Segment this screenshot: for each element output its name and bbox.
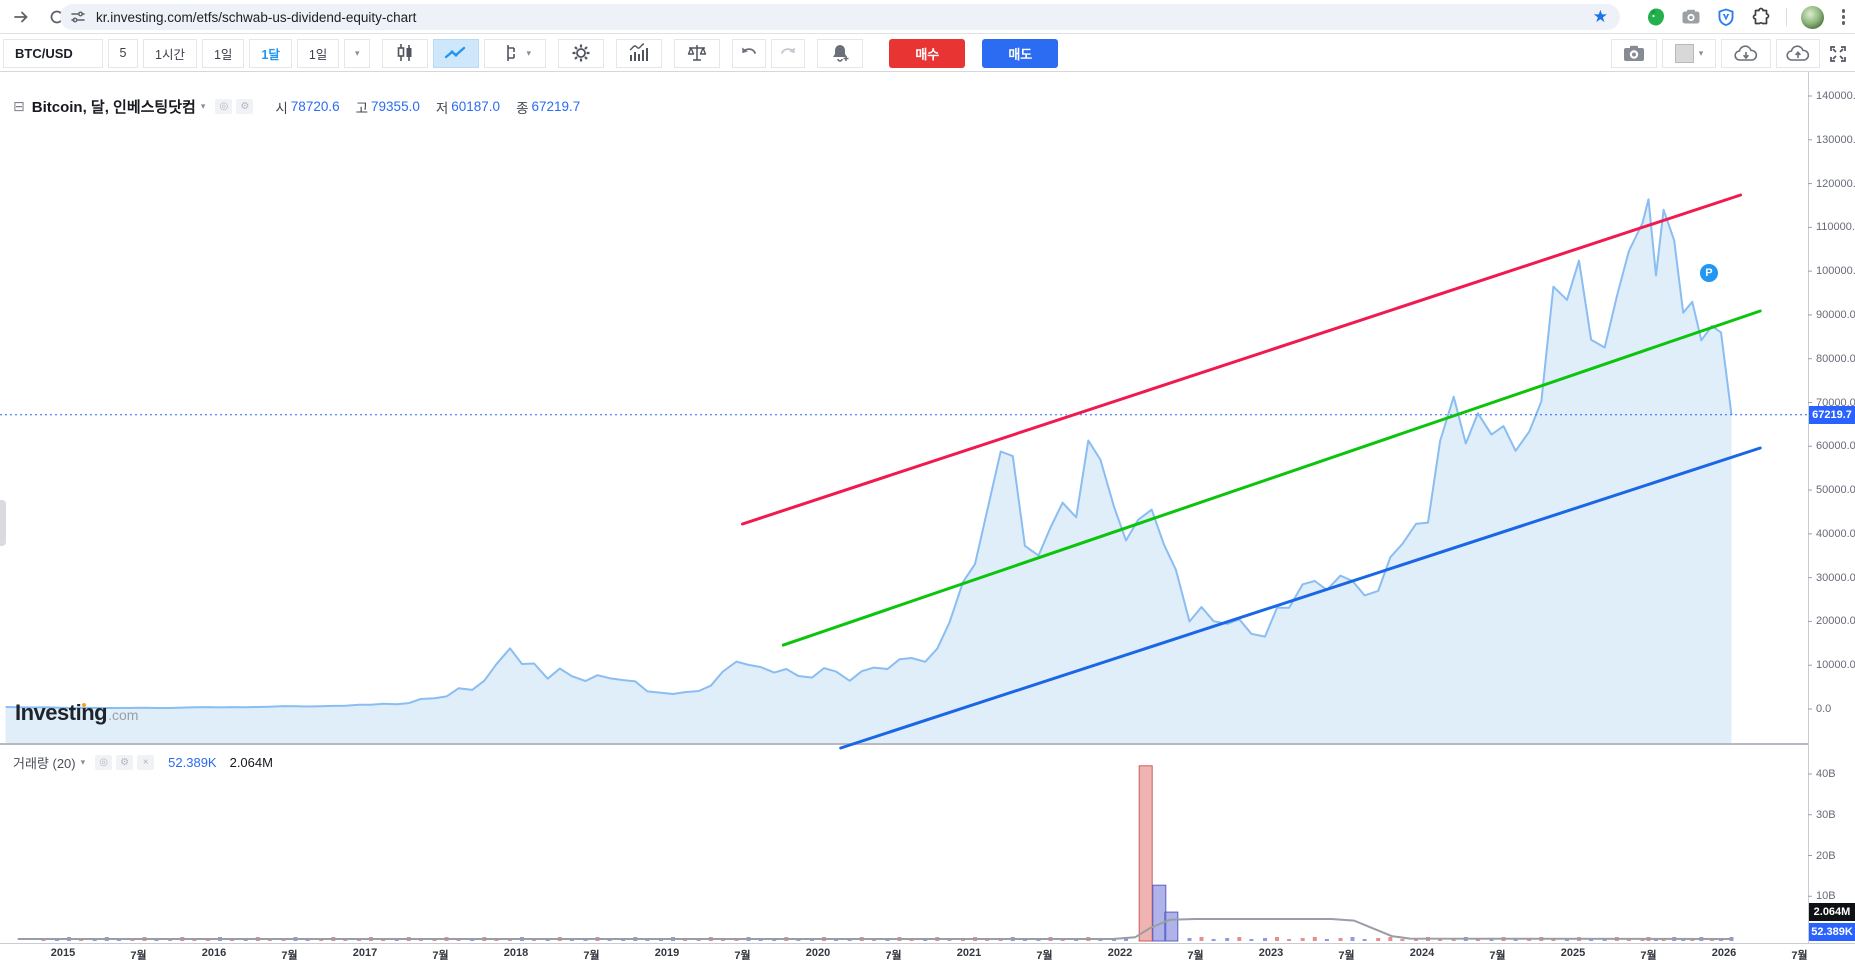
investing-logo-suffix: .com — [108, 707, 139, 723]
symbol-title[interactable]: Bitcoin, 달, 인베스팅닷컴 — [32, 96, 196, 117]
volume-bar — [1237, 937, 1242, 941]
volume-bar — [1187, 938, 1192, 941]
collapse-icon[interactable]: ⊟ — [13, 98, 25, 115]
volume-bar — [1275, 937, 1279, 941]
current-price-badge: 67219.7 — [1809, 405, 1855, 424]
low-label: 저 — [435, 100, 449, 116]
volume-bar — [1287, 939, 1292, 941]
logo-orange-dot — [81, 702, 86, 707]
close-icon[interactable]: × — [137, 755, 155, 770]
volume-spike-bar — [1138, 765, 1153, 942]
volume-bar — [1312, 937, 1317, 941]
volume-legend: 거래량 (20) ▾ ◎ ⚙ × 52.389K 2.064M — [13, 753, 273, 772]
volume-bar — [1388, 937, 1393, 941]
open-value: 78720.6 — [290, 99, 340, 114]
area-fill — [5, 199, 1732, 744]
volume-bar — [1362, 939, 1367, 941]
volume-bar — [1225, 938, 1230, 941]
volume-bar — [1199, 937, 1204, 941]
series-settings-icon[interactable]: ⚙ — [236, 99, 254, 114]
volume-spike-bar — [1164, 911, 1179, 942]
investing-logo: Investing .com — [15, 700, 138, 726]
close-value: 67219.7 — [531, 99, 581, 114]
volume-ma-value: 2.064M — [229, 755, 273, 770]
volume-bar — [1400, 939, 1405, 941]
volume-label[interactable]: 거래량 (20) — [13, 753, 76, 772]
low-value: 60187.0 — [451, 99, 501, 114]
volume-bar — [1350, 937, 1355, 941]
position-marker[interactable]: P — [1699, 263, 1718, 282]
close-label: 종 — [516, 100, 529, 116]
volume-bar — [1300, 938, 1305, 941]
volume-ma-line — [17, 918, 1732, 940]
open-label: 시 — [275, 100, 288, 116]
volume-bar — [1211, 939, 1216, 941]
symbol-legend: ⊟ Bitcoin, 달, 인베스팅닷컴 ▾ ◎ ⚙ 시 78720.6 고 793… — [13, 96, 580, 117]
volume-ma-badge: 2.064M — [1809, 903, 1855, 921]
volume-bar — [1338, 938, 1343, 941]
ohlc-values: 시 78720.6 고 79355.0 저 60187.0 종 67219.7 — [275, 97, 580, 117]
volume-spike-bar — [1152, 884, 1167, 942]
visibility-icon[interactable]: ◎ — [215, 99, 233, 114]
volume-bar — [1324, 939, 1329, 941]
high-label: 고 — [355, 100, 369, 116]
investing-logo-text: Investing — [15, 700, 108, 725]
volume-settings-icon[interactable]: ⚙ — [116, 755, 134, 770]
volume-bar — [1263, 938, 1267, 941]
high-value: 79355.0 — [371, 99, 420, 114]
price-chart-canvas[interactable] — [0, 0, 1855, 960]
investing-chart-page: kr.investing.com/etfs/schwab-us-dividend… — [0, 0, 1855, 960]
chevron-down-icon[interactable]: ▾ — [81, 757, 86, 768]
volume-bar — [1249, 939, 1254, 941]
drawing-toolbar-handle[interactable] — [0, 500, 6, 546]
visibility-icon[interactable]: ◎ — [95, 755, 113, 770]
chevron-down-icon[interactable]: ▾ — [201, 101, 206, 112]
volume-badge: 52.389K — [1809, 923, 1855, 941]
volume-value: 52.389K — [168, 755, 217, 770]
volume-bar — [1376, 938, 1381, 941]
